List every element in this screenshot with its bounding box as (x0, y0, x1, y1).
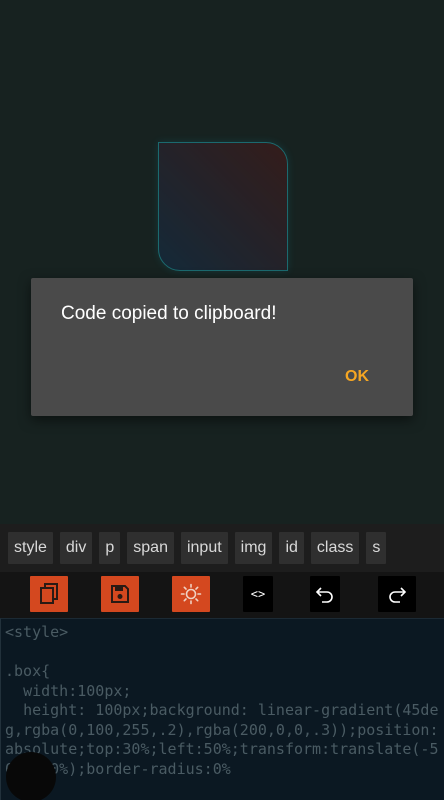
save-button[interactable] (101, 576, 139, 612)
ok-button[interactable]: OK (345, 368, 369, 386)
code-view-button[interactable]: <> (243, 576, 273, 612)
tag-s[interactable]: s (366, 532, 387, 564)
undo-button[interactable] (310, 576, 340, 612)
floating-action-button[interactable] (6, 752, 56, 800)
dialog-message: Code copied to clipboard! (61, 303, 277, 324)
tag-class[interactable]: class (310, 532, 360, 564)
code-text[interactable]: <style> .box{ width:100px; height: 100px… (5, 623, 441, 779)
undo-icon (315, 587, 333, 603)
redo-button[interactable] (378, 576, 416, 612)
tag-style[interactable]: style (8, 532, 53, 564)
tag-input[interactable]: input (180, 532, 228, 564)
redo-icon (389, 587, 407, 603)
copy-icon (40, 583, 58, 604)
tag-bar: style div p span input img id class s (0, 524, 444, 572)
save-icon (111, 585, 129, 603)
tag-id[interactable]: id (279, 532, 304, 564)
tag-span[interactable]: span (127, 532, 174, 564)
tag-img[interactable]: img (234, 532, 273, 564)
alert-dialog: Code copied to clipboard! OK (31, 278, 413, 416)
toolbar: <> (0, 572, 444, 618)
brightness-button[interactable] (172, 576, 210, 612)
copy-button[interactable] (30, 576, 68, 612)
brightness-icon (180, 583, 202, 605)
code-editor[interactable]: <style> .box{ width:100px; height: 100px… (0, 618, 444, 800)
tag-div[interactable]: div (59, 532, 93, 564)
tag-p[interactable]: p (99, 532, 121, 564)
code-view-label: <> (250, 587, 266, 601)
